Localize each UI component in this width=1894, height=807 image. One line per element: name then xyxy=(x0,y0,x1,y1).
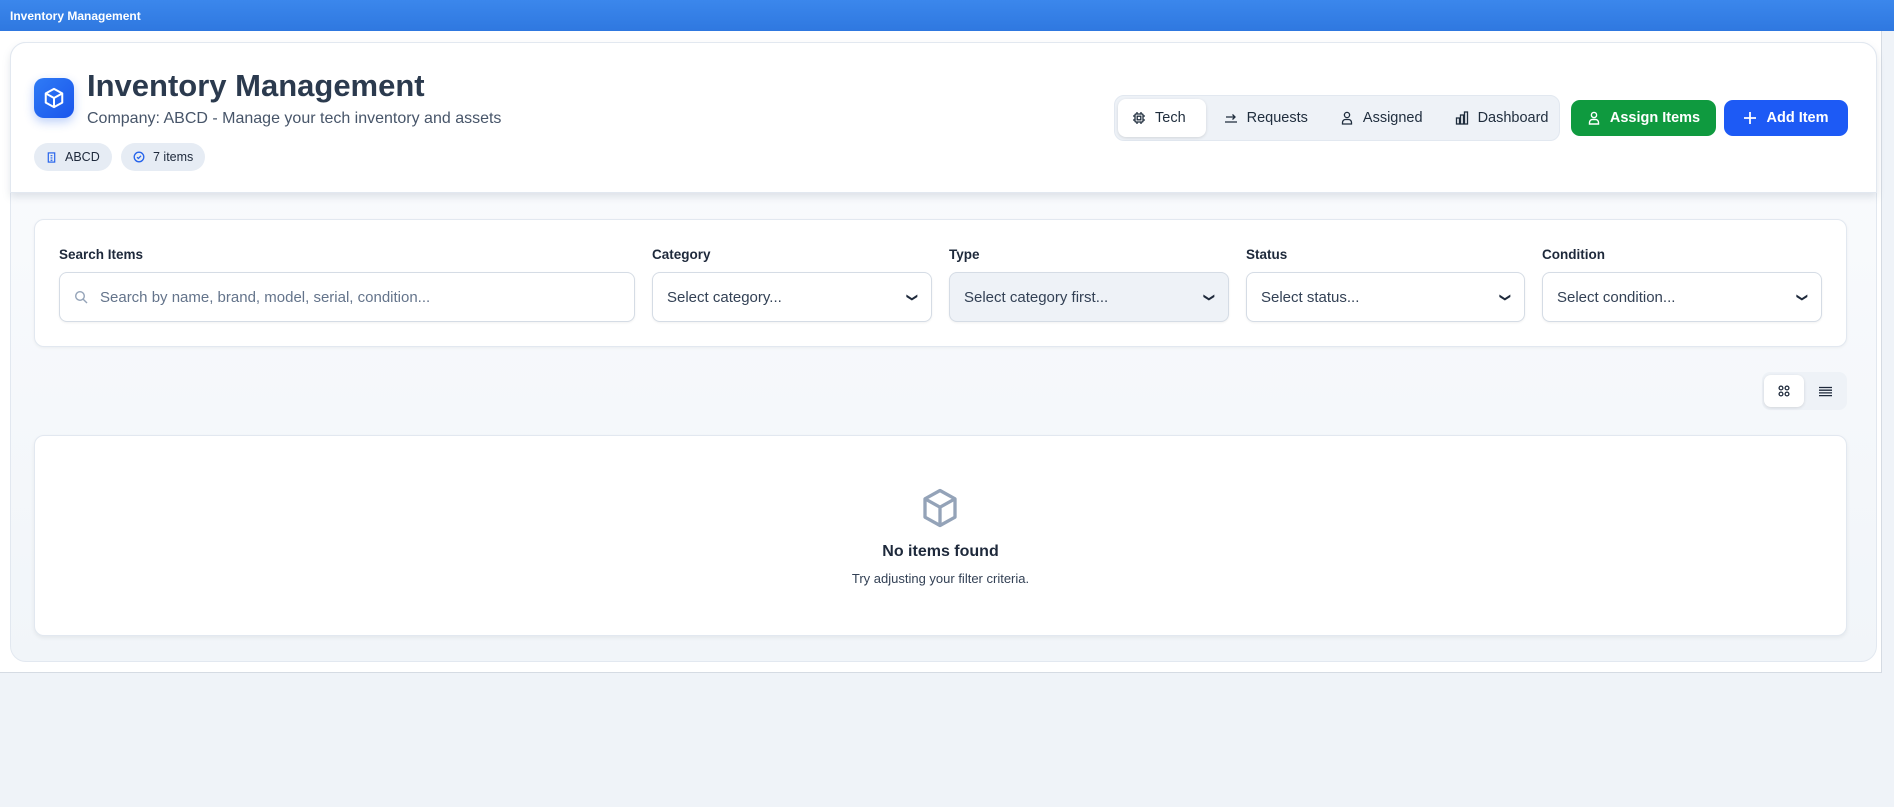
chevron-down-icon: ❯ xyxy=(1795,292,1808,302)
chevron-down-icon: ❯ xyxy=(1202,292,1215,302)
status-label: Status xyxy=(1246,247,1288,262)
building-icon xyxy=(47,151,56,163)
item-count-label: 7 items xyxy=(153,150,194,164)
chevron-down-icon: ❯ xyxy=(1498,292,1511,302)
window-title: Inventory Management xyxy=(10,9,141,23)
search-icon xyxy=(74,290,88,304)
assign-items-label: Assign Items xyxy=(1609,110,1701,126)
page-subtitle: Company: ABCD - Manage your tech invento… xyxy=(87,110,502,127)
user-icon xyxy=(1341,111,1353,125)
type-value: Select category first... xyxy=(964,288,1109,306)
type-label: Type xyxy=(949,247,980,262)
empty-state-message: Try adjusting your filter criteria. xyxy=(851,571,1030,586)
tab-requests[interactable]: Requests xyxy=(1210,99,1322,137)
item-count-badge: 7 items xyxy=(121,143,206,171)
check-circle-icon xyxy=(133,151,145,163)
window-title-bar: Inventory Management xyxy=(0,0,1894,31)
grid-icon xyxy=(1778,385,1790,397)
arrow-right-icon xyxy=(1224,114,1237,123)
plus-icon xyxy=(1744,112,1757,124)
add-item-button[interactable]: Add Item xyxy=(1724,100,1848,136)
tab-dashboard[interactable]: Dashboard xyxy=(1441,99,1563,137)
tab-tech[interactable]: Tech xyxy=(1118,99,1206,137)
list-icon xyxy=(1818,386,1832,396)
user-icon xyxy=(1588,111,1600,125)
search-placeholder: Search by name, brand, model, serial, co… xyxy=(100,288,431,306)
tab-tech-label: Tech xyxy=(1155,110,1186,126)
company-badge-label: ABCD xyxy=(65,150,100,164)
assign-items-button[interactable]: Assign Items xyxy=(1571,100,1716,136)
search-label: Search Items xyxy=(59,247,144,262)
status-select[interactable]: Select status... ❯ xyxy=(1246,272,1525,322)
tab-assigned[interactable]: Assigned xyxy=(1326,99,1437,137)
list-view-button[interactable] xyxy=(1805,375,1845,407)
company-badge: ABCD xyxy=(34,143,112,171)
cpu-icon xyxy=(1133,112,1145,124)
empty-state-card xyxy=(34,435,1847,636)
grid-view-button[interactable] xyxy=(1764,375,1804,407)
condition-label: Condition xyxy=(1542,247,1605,262)
bar-chart-icon xyxy=(1455,111,1468,125)
chevron-down-icon: ❯ xyxy=(905,292,918,302)
box-logo-icon xyxy=(34,78,74,118)
tab-assigned-label: Assigned xyxy=(1362,110,1423,126)
tab-dashboard-label: Dashboard xyxy=(1477,110,1549,126)
category-select[interactable]: Select category... ❯ xyxy=(652,272,932,322)
tab-requests-label: Requests xyxy=(1246,110,1308,126)
box-icon xyxy=(920,487,960,534)
status-value: Select status... xyxy=(1261,288,1360,306)
type-select[interactable]: Select category first... ❯ xyxy=(949,272,1229,322)
category-label: Category xyxy=(652,247,711,262)
add-item-label: Add Item xyxy=(1766,110,1829,126)
page-title: Inventory Management xyxy=(87,68,425,103)
nav-tabs: Tech Requests Assigned Dashboard xyxy=(1114,95,1560,141)
empty-state-title: No items found xyxy=(882,543,999,560)
search-input[interactable]: Search by name, brand, model, serial, co… xyxy=(59,272,635,322)
condition-select[interactable]: Select condition... ❯ xyxy=(1542,272,1822,322)
category-value: Select category... xyxy=(667,288,782,306)
condition-value: Select condition... xyxy=(1557,288,1676,306)
